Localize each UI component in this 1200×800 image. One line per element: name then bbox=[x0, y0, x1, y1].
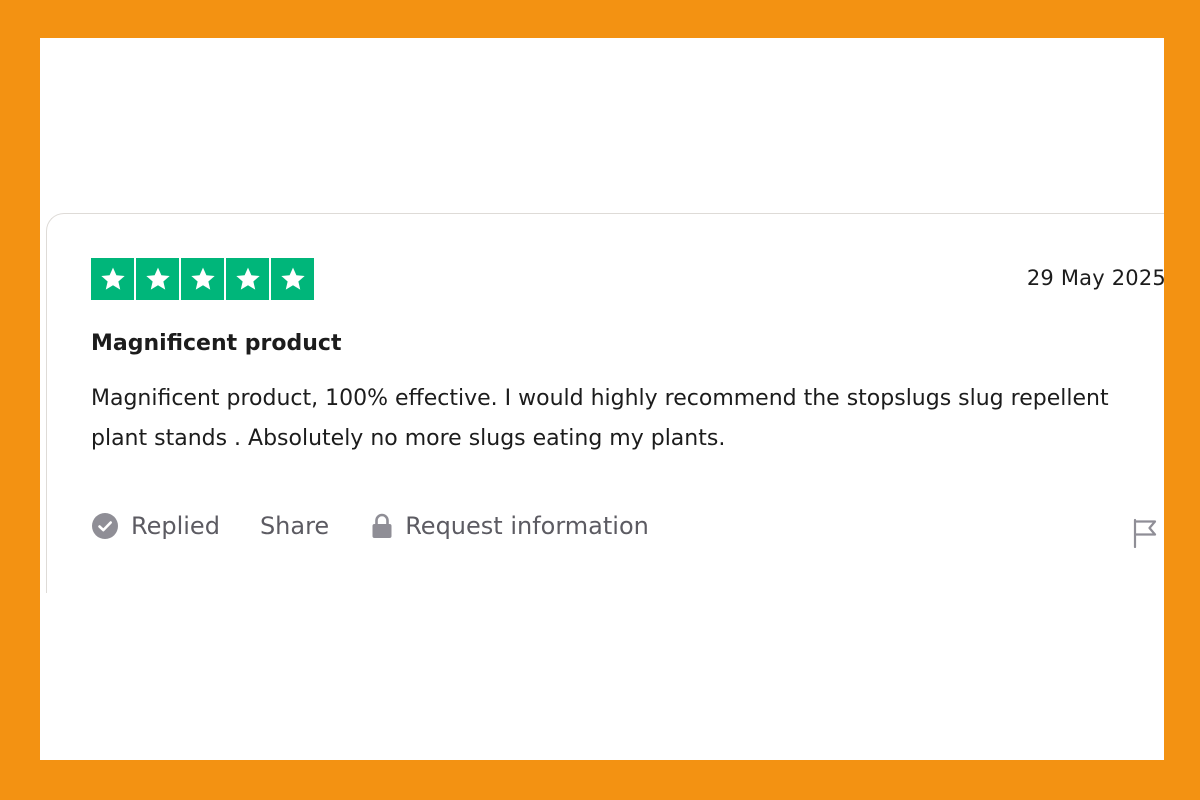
share-label: Share bbox=[259, 512, 330, 540]
lock-icon bbox=[371, 512, 393, 540]
star-icon bbox=[181, 258, 224, 300]
share-button[interactable]: Share bbox=[260, 512, 329, 540]
request-information-label: Request information bbox=[405, 512, 649, 540]
star-icon bbox=[136, 258, 179, 300]
report-flag-button[interactable] bbox=[1132, 518, 1160, 549]
replied-label: Replied bbox=[131, 512, 220, 540]
check-circle-icon bbox=[91, 512, 119, 540]
review-actions: Replied Share Request information bbox=[91, 512, 649, 540]
white-canvas: 29 May 2025 Magnificent product Magnific… bbox=[40, 38, 1164, 760]
star-icon bbox=[226, 258, 269, 300]
review-title: Magnificent product bbox=[91, 331, 342, 356]
replied-button[interactable]: Replied bbox=[91, 512, 220, 540]
review-body: Magnificent product, 100% effective. I w… bbox=[91, 386, 1109, 451]
star-rating bbox=[91, 258, 314, 300]
review-date: 29 May 2025 bbox=[1026, 266, 1164, 290]
orange-border-frame: 29 May 2025 Magnificent product Magnific… bbox=[0, 0, 1200, 800]
request-information-button[interactable]: Request information bbox=[371, 512, 649, 540]
star-icon bbox=[91, 258, 134, 300]
review-card: 29 May 2025 Magnificent product Magnific… bbox=[46, 213, 1164, 593]
star-icon bbox=[271, 258, 314, 300]
flag-icon bbox=[1133, 518, 1157, 549]
